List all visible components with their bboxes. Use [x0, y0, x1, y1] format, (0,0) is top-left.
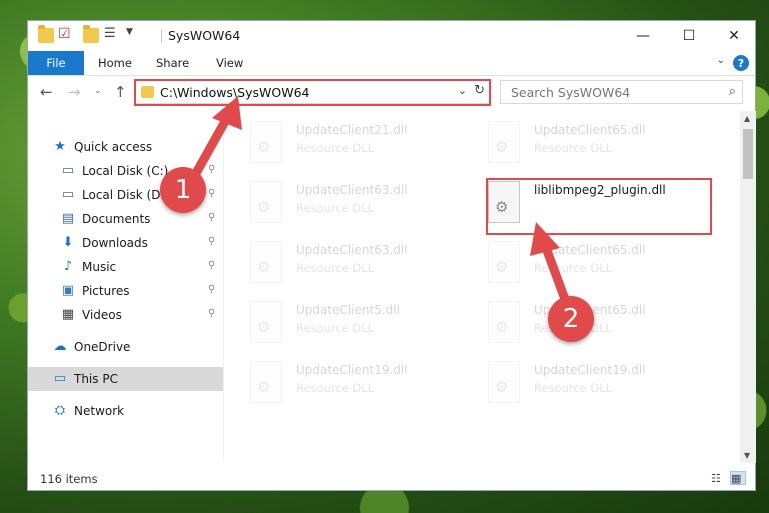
arrow-2-head: [530, 222, 560, 256]
annotation-arrows: [190, 96, 571, 307]
arrow-2-shaft: [540, 240, 571, 307]
step-1-badge: 1: [160, 167, 206, 213]
arrow-1-shaft: [190, 111, 233, 180]
step-2-badge: 2: [548, 296, 594, 342]
